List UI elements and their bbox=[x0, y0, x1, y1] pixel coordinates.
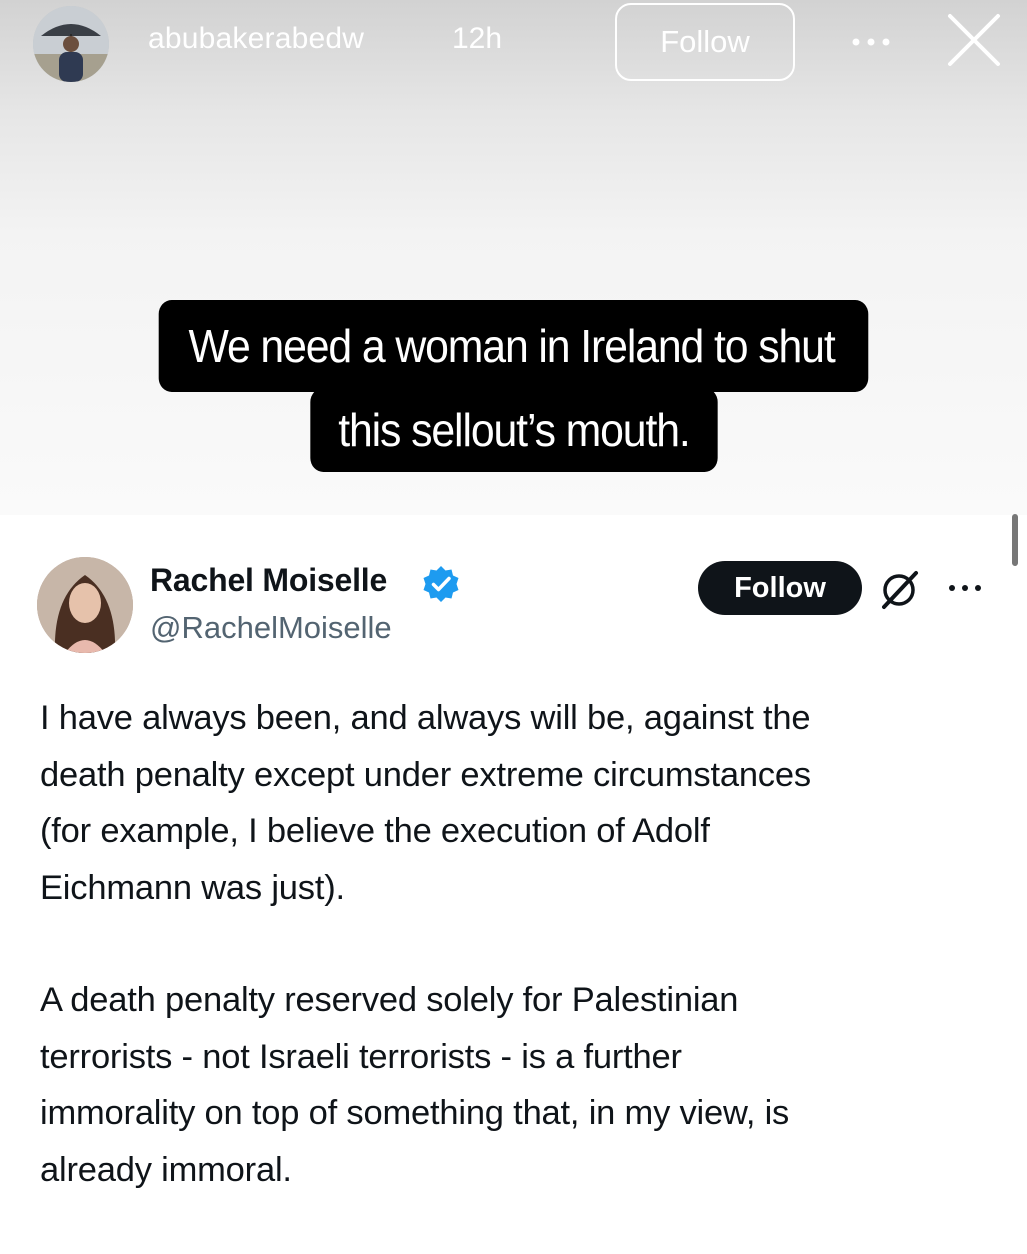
caption-line-1: We need a woman in Ireland to shut bbox=[158, 300, 869, 392]
close-icon[interactable] bbox=[944, 10, 1004, 70]
tweet-paragraph: I have always been, and always will be, … bbox=[40, 699, 811, 907]
more-horizontal-icon[interactable] bbox=[846, 22, 896, 62]
grok-icon[interactable] bbox=[876, 567, 922, 613]
tweet-text: I have always been, and always will be, … bbox=[40, 690, 1010, 1254]
caption-line-2: this sellout’s mouth. bbox=[309, 388, 718, 472]
verified-badge-icon bbox=[421, 564, 461, 604]
tweet-display-name[interactable]: Rachel Moiselle bbox=[150, 562, 387, 599]
story-caption: We need a woman in Ireland to shut this … bbox=[0, 300, 1027, 472]
story-follow-button[interactable]: Follow bbox=[615, 3, 795, 81]
tweet-handle[interactable]: @RachelMoiselle bbox=[150, 610, 392, 646]
story-avatar[interactable] bbox=[33, 6, 109, 82]
story-timestamp: 12h bbox=[452, 22, 503, 55]
scrollbar[interactable] bbox=[1012, 514, 1018, 566]
story-username[interactable]: abubakerabedw bbox=[148, 22, 364, 56]
tweet-avatar[interactable] bbox=[37, 557, 133, 653]
tweet-follow-button[interactable]: Follow bbox=[698, 561, 862, 615]
tweet-paragraph: A death penalty reserved solely for Pale… bbox=[40, 981, 790, 1189]
more-horizontal-icon[interactable] bbox=[945, 578, 985, 598]
